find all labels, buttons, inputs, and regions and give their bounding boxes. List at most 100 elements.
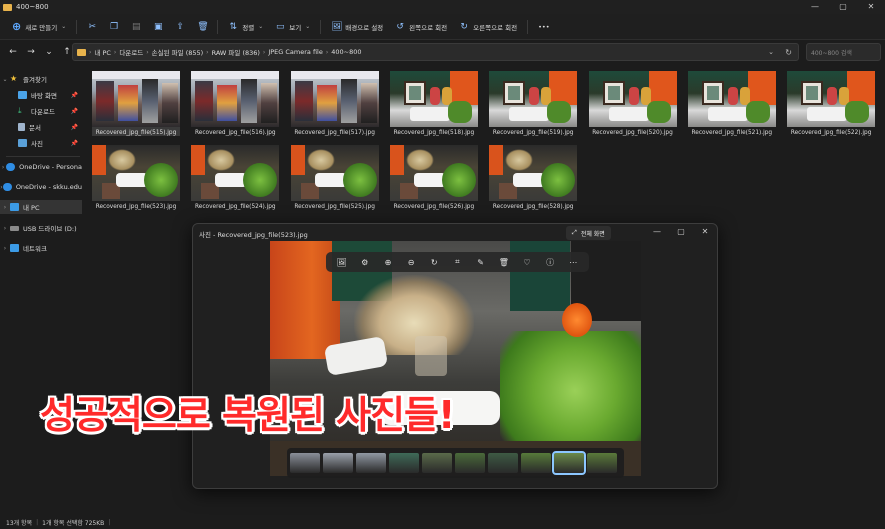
- rotate-right-button[interactable]: ↻ 오른쪽으로 회전: [453, 17, 523, 37]
- filmstrip-thumbnail[interactable]: [552, 451, 586, 475]
- breadcrumb-item[interactable]: JPEG Camera file: [268, 48, 323, 56]
- file-item[interactable]: Recovered_jpg_file(524).jpg: [191, 145, 280, 210]
- rotate-icon[interactable]: ↻: [428, 258, 440, 267]
- sidebar-item-network[interactable]: › 네트워크: [0, 241, 82, 255]
- sidebar-item-desktop[interactable]: 바탕 화면 📌: [0, 88, 82, 102]
- zoom-out-icon[interactable]: ⊖: [405, 258, 417, 267]
- viewer-maximize-button[interactable]: ▢: [669, 224, 693, 240]
- new-button[interactable]: ⊕ 새로 만들기 ⌄: [6, 17, 72, 37]
- filmstrip-thumbnail[interactable]: [521, 453, 551, 473]
- breadcrumb-item[interactable]: 다운로드: [119, 47, 143, 57]
- share-button[interactable]: ⇪: [169, 17, 191, 37]
- sidebar-item-quick-access[interactable]: ⌄ ★ 즐겨찾기: [0, 72, 82, 86]
- file-item[interactable]: Recovered_jpg_file(520).jpg: [588, 71, 677, 136]
- sidebar-item-onedrive-skku[interactable]: › OneDrive - skku.edu: [0, 180, 82, 194]
- file-name: Recovered_jpg_file(524).jpg: [195, 204, 276, 210]
- fullscreen-button[interactable]: ⤢ 전체 화면: [566, 226, 611, 240]
- zoom-in-icon[interactable]: ⊕: [382, 258, 394, 267]
- more-icon[interactable]: ⋯: [567, 258, 579, 267]
- file-item[interactable]: Recovered_jpg_file(522).jpg: [787, 71, 876, 136]
- breadcrumb-item[interactable]: RAW 파일 (836): [212, 47, 260, 57]
- breadcrumb-item[interactable]: 내 PC: [94, 47, 111, 57]
- breadcrumb-item[interactable]: 400~800: [331, 48, 361, 56]
- thumbnail-shape: [403, 81, 426, 105]
- address-bar[interactable]: › 내 PC › 다운로드 › 손실된 파일 (855) › RAW 파일 (8…: [72, 43, 799, 61]
- thumbnail-shape: [162, 83, 178, 123]
- filmstrip-thumbnail[interactable]: [323, 453, 353, 473]
- selection-info: 1개 항목 선택함 725KB: [42, 520, 105, 527]
- sort-button[interactable]: ⇅ 정렬 ⌄: [222, 17, 269, 37]
- thumbnail-shape: [628, 87, 639, 105]
- sidebar-item-downloads[interactable]: ⤓ 다운로드 📌: [0, 104, 82, 118]
- rotate-left-button[interactable]: ↺ 왼쪽으로 회전: [389, 17, 453, 37]
- file-item[interactable]: Recovered_jpg_file(517).jpg: [290, 71, 379, 136]
- paste-button[interactable]: ▤: [125, 17, 147, 37]
- thumbnail-shape: [847, 71, 876, 105]
- thumbnail-shape: [489, 145, 504, 175]
- filmstrip-thumbnail[interactable]: [488, 453, 518, 473]
- file-item[interactable]: Recovered_jpg_file(518).jpg: [389, 71, 478, 136]
- maximize-button[interactable]: ▢: [829, 0, 857, 14]
- file-item[interactable]: Recovered_jpg_file(521).jpg: [687, 71, 776, 136]
- filmstrip-thumbnail[interactable]: [422, 453, 452, 473]
- search-box[interactable]: 400~800 검색: [806, 43, 881, 61]
- draw-icon[interactable]: ✎: [475, 258, 487, 267]
- file-item[interactable]: Recovered_jpg_file(515).jpg: [92, 71, 180, 136]
- file-item[interactable]: Recovered_jpg_file(519).jpg: [489, 71, 578, 136]
- file-item[interactable]: Recovered_jpg_file(523).jpg: [92, 145, 180, 210]
- file-item[interactable]: Recovered_jpg_file(516).jpg: [191, 71, 280, 136]
- back-arrow-icon[interactable]: ←: [8, 47, 18, 57]
- sidebar-item-usb-drive[interactable]: › USB 드라이브 (D:): [0, 221, 82, 235]
- address-dropdown-icon[interactable]: ⌄: [768, 48, 774, 56]
- sidebar-item-documents[interactable]: 문서 📌: [0, 120, 82, 134]
- set-background-button[interactable]: 🖼 배경으로 설정: [325, 17, 389, 37]
- filmstrip-thumbnail[interactable]: [356, 453, 386, 473]
- delete-button[interactable]: 🗑: [191, 17, 213, 37]
- crop-icon[interactable]: ⌗: [451, 257, 463, 267]
- file-item[interactable]: Recovered_jpg_file(528).jpg: [489, 145, 578, 210]
- chevron-down-icon[interactable]: ⌄: [44, 47, 54, 57]
- trash-icon[interactable]: 🗑: [498, 258, 510, 267]
- view-button[interactable]: ▭ 보기 ⌄: [269, 17, 316, 37]
- fullscreen-label: 전체 화면: [580, 230, 605, 238]
- copy-button[interactable]: ❐: [103, 17, 125, 37]
- filmstrip-thumbnail[interactable]: [455, 453, 485, 473]
- rotate-right-label: 오른쪽으로 회전: [473, 23, 518, 32]
- edit-image-icon[interactable]: ⚙: [359, 258, 371, 267]
- minimize-button[interactable]: —: [801, 0, 829, 14]
- forward-arrow-icon[interactable]: →: [26, 47, 36, 57]
- filmstrip-thumbnail[interactable]: [389, 453, 419, 473]
- thumbnail-shape: [408, 86, 421, 100]
- info-icon[interactable]: ⓘ: [544, 257, 556, 268]
- rename-button[interactable]: ▣: [147, 17, 169, 37]
- desktop-icon: [18, 91, 27, 99]
- file-item[interactable]: Recovered_jpg_file(526).jpg: [389, 145, 478, 210]
- thumbnail-shape: [241, 79, 258, 123]
- status-bar: 13개 항목 | 1개 항목 선택함 725KB |: [0, 516, 885, 529]
- viewer-minimize-button[interactable]: —: [645, 224, 669, 240]
- up-arrow-icon[interactable]: ↑: [62, 47, 72, 57]
- sidebar-item-this-pc[interactable]: › 내 PC: [0, 200, 82, 214]
- thumbnail-shape: [747, 71, 776, 105]
- thumbnail-shape: [441, 163, 476, 197]
- heart-icon[interactable]: ♡: [521, 258, 533, 267]
- thumbnail-shape: [827, 87, 838, 105]
- thumbnail-shape: [294, 81, 313, 121]
- more-options-button[interactable]: •••: [532, 17, 556, 37]
- refresh-icon[interactable]: ↻: [785, 48, 792, 57]
- viewer-close-button[interactable]: ✕: [693, 224, 717, 240]
- filmstrip-thumbnail[interactable]: [587, 453, 617, 473]
- cut-button[interactable]: ✂: [81, 17, 103, 37]
- navigation-pane: ⌄ ★ 즐겨찾기 바탕 화면 📌 ⤓ 다운로드 📌 문서 📌 사진 📌 › On…: [0, 66, 85, 516]
- breadcrumb-item[interactable]: 손실된 파일 (855): [152, 47, 204, 57]
- sidebar-item-pictures[interactable]: 사진 📌: [0, 136, 82, 150]
- file-thumbnail: [92, 145, 180, 201]
- image-icon[interactable]: 🖼: [336, 258, 348, 267]
- sidebar-item-onedrive-personal[interactable]: › OneDrive - Persona: [0, 160, 82, 174]
- image-icon: 🖼: [331, 21, 343, 32]
- filmstrip-thumbnail[interactable]: [290, 453, 320, 473]
- file-item[interactable]: Recovered_jpg_file(525).jpg: [290, 145, 379, 210]
- file-name: Recovered_jpg_file(520).jpg: [592, 130, 673, 136]
- thumbnail-shape: [92, 71, 180, 79]
- close-button[interactable]: ✕: [857, 0, 885, 14]
